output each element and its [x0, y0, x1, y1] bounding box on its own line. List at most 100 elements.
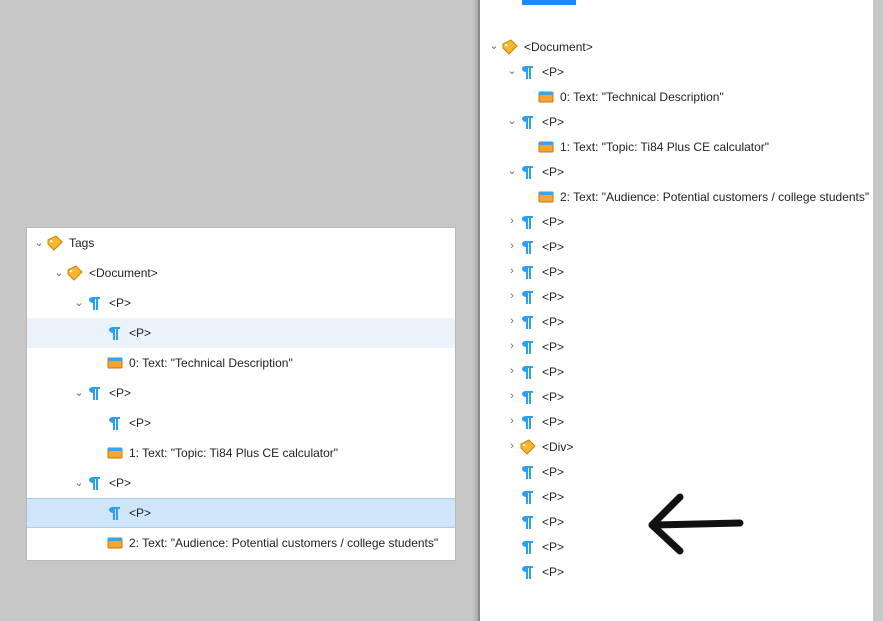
chevron-right-icon[interactable]: › — [506, 391, 518, 402]
chevron-down-icon[interactable]: ⌄ — [506, 166, 518, 177]
paragraph-icon — [520, 489, 536, 505]
chevron-right-icon[interactable]: › — [506, 216, 518, 227]
tree-row-p-collapsed[interactable]: ›<P> — [480, 259, 873, 284]
container-icon — [538, 139, 554, 155]
paragraph-icon — [520, 339, 536, 355]
tree-row-p-collapsed[interactable]: › <P> — [480, 334, 873, 359]
paragraph-icon — [520, 289, 536, 305]
tree-label: <P> — [542, 315, 564, 329]
right-tags-panel: ⌄ <Document> ⌄ <P> · — [478, 0, 873, 621]
container-icon — [107, 535, 123, 551]
tree-label: <P> — [542, 340, 564, 354]
tree-label: <P> — [129, 506, 151, 520]
tree-label: <P> — [542, 240, 564, 254]
tree-row-p-leaf[interactable]: ·<P> — [480, 509, 873, 534]
tree-label: <Document> — [524, 40, 593, 54]
paragraph-icon — [520, 264, 536, 280]
chevron-right-icon[interactable]: › — [506, 291, 518, 302]
chevron-right-icon[interactable]: › — [506, 441, 518, 452]
chevron-down-icon[interactable]: ⌄ — [506, 116, 518, 127]
tree-row-p-collapsed[interactable]: › <P> — [480, 409, 873, 434]
container-icon — [107, 445, 123, 461]
tree-label: 1: Text: "Topic: Ti84 Plus CE calculator… — [560, 140, 769, 154]
tree-label: <P> — [129, 416, 151, 430]
paragraph-icon — [520, 239, 536, 255]
tree-label: <P> — [542, 165, 564, 179]
tag-icon — [47, 235, 63, 251]
tree-label: <P> — [542, 415, 564, 429]
tree-label: <P> — [542, 65, 564, 79]
tree-label: <P> — [129, 326, 151, 340]
tree-row-p-leaf[interactable]: ·<P> — [480, 484, 873, 509]
tree-row-p[interactable]: ⌄ <P> — [480, 159, 873, 184]
tree-row-p-collapsed[interactable]: › <P> — [480, 284, 873, 309]
container-icon — [538, 189, 554, 205]
paragraph-icon — [520, 314, 536, 330]
paragraph-icon — [520, 564, 536, 580]
paragraph-icon — [520, 414, 536, 430]
tag-icon — [67, 265, 83, 281]
tree-row-text[interactable]: · 1: Text: "Topic: Ti84 Plus CE calculat… — [480, 134, 873, 159]
tree-row-p-child-selected[interactable]: · <P> — [27, 498, 455, 528]
chevron-down-icon[interactable]: ⌄ — [33, 238, 45, 249]
tree-label: <P> — [542, 390, 564, 404]
tree-row-tags[interactable]: ⌄ Tags — [27, 228, 455, 258]
tree-row-p-collapsed[interactable]: ›<P> — [480, 359, 873, 384]
tree-row-p-child[interactable]: · <P> — [27, 318, 455, 348]
tree-row-p[interactable]: ⌄ <P> — [480, 109, 873, 134]
chevron-down-icon[interactable]: ⌄ — [73, 478, 85, 489]
tree-label: 0: Text: "Technical Description" — [129, 356, 293, 370]
paragraph-icon — [107, 325, 123, 341]
chevron-right-icon[interactable]: › — [506, 366, 518, 377]
tree-row-text[interactable]: · 0: Text: "Technical Description" — [480, 84, 873, 109]
chevron-right-icon[interactable]: › — [506, 316, 518, 327]
tree-row-text[interactable]: · 1: Text: "Topic: Ti84 Plus CE calculat… — [27, 438, 455, 468]
tree-row-p[interactable]: ⌄ <P> — [27, 468, 455, 498]
chevron-down-icon[interactable]: ⌄ — [506, 66, 518, 77]
paragraph-icon — [87, 295, 103, 311]
container-icon — [538, 89, 554, 105]
tree-row-p-child[interactable]: · <P> — [27, 408, 455, 438]
chevron-right-icon[interactable]: › — [506, 416, 518, 427]
tree-label: <P> — [542, 490, 564, 504]
tree-row-p-leaf[interactable]: ·<P> — [480, 534, 873, 559]
tree-row-p-collapsed[interactable]: › <P> — [480, 234, 873, 259]
paragraph-icon — [520, 389, 536, 405]
container-icon — [107, 355, 123, 371]
chevron-right-icon[interactable]: › — [506, 266, 518, 277]
tree-label: <P> — [109, 386, 131, 400]
chevron-down-icon[interactable]: ⌄ — [73, 388, 85, 399]
tree-label: <P> — [542, 115, 564, 129]
tree-row-p-collapsed[interactable]: › <P> — [480, 309, 873, 334]
chevron-down-icon[interactable]: ⌄ — [73, 298, 85, 309]
tree-row-p[interactable]: ⌄ <P> — [27, 288, 455, 318]
tag-icon — [502, 39, 518, 55]
tree-row-p-leaf[interactable]: ·<P> — [480, 559, 873, 584]
tree-row-document[interactable]: ⌄ <Document> — [27, 258, 455, 288]
tree-row-p-collapsed[interactable]: › <P> — [480, 384, 873, 409]
tree-label: <P> — [109, 476, 131, 490]
tree-row-text[interactable]: · 0: Text: "Technical Description" — [27, 348, 455, 378]
tree-label: <Document> — [89, 266, 158, 280]
chevron-right-icon[interactable]: › — [506, 241, 518, 252]
paragraph-icon — [520, 164, 536, 180]
tree-row-p-leaf[interactable]: ·<P> — [480, 459, 873, 484]
tree-row-text[interactable]: · 2: Text: "Audience: Potential customer… — [480, 184, 873, 209]
tree-row-div-collapsed[interactable]: › <Div> — [480, 434, 873, 459]
tree-row-text[interactable]: · 2: Text: "Audience: Potential customer… — [27, 528, 455, 558]
chevron-right-icon[interactable]: › — [506, 341, 518, 352]
tree-row-p[interactable]: ⌄ <P> — [27, 378, 455, 408]
tree-row-document[interactable]: ⌄ <Document> — [480, 34, 873, 59]
tree-label: Tags — [69, 236, 94, 250]
tree-row-p-collapsed[interactable]: › <P> — [480, 209, 873, 234]
tree-label: <P> — [542, 290, 564, 304]
paragraph-icon — [520, 514, 536, 530]
paragraph-icon — [520, 539, 536, 555]
tree-label: <P> — [542, 565, 564, 579]
tree-label: <P> — [542, 215, 564, 229]
chevron-down-icon[interactable]: ⌄ — [488, 41, 500, 52]
tree-label: 2: Text: "Audience: Potential customers … — [129, 536, 438, 550]
paragraph-icon — [520, 364, 536, 380]
chevron-down-icon[interactable]: ⌄ — [53, 268, 65, 279]
tree-row-p[interactable]: ⌄ <P> — [480, 59, 873, 84]
